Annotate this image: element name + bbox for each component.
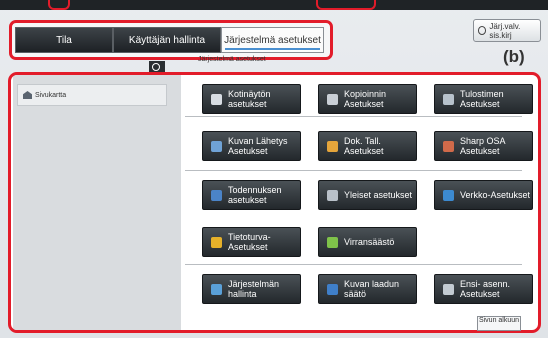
security-settings-button[interactable]: Tietoturva-Asetukset (202, 227, 301, 257)
button-label: Yleiset asetukset (344, 190, 413, 200)
home-settings-button[interactable]: Kotinäytön asetukset (202, 84, 301, 114)
initial-setup-settings-button[interactable]: Ensi- asenn. Asetukset (434, 274, 533, 304)
image-send-settings-button[interactable]: Kuvan Lähetys Asetukset (202, 131, 301, 161)
globe-icon (443, 189, 454, 201)
common-settings-button[interactable]: Yleiset asetukset (318, 180, 417, 210)
sharp-osa-settings-button[interactable]: Sharp OSA Asetukset (434, 131, 533, 161)
button-label: Kuvan Lähetys Asetukset (228, 136, 288, 156)
sidebar-item-label: Sivukartta (35, 91, 67, 99)
button-label: Kotinäytön asetukset (228, 89, 271, 109)
tab-label: Tila (56, 34, 72, 46)
network-settings-button[interactable]: Verkko-Asetukset (434, 180, 533, 210)
sidebar-item-sitemap[interactable]: Sivukartta (17, 84, 167, 106)
tab-system-settings[interactable]: Järjestelmä asetukset (221, 27, 324, 53)
admin-manual-button[interactable]: Järj.valv. sis.kirj (473, 19, 541, 42)
callout-frame-a (48, 0, 70, 10)
top-bar (0, 0, 548, 10)
energy-save-button[interactable]: Virransäästö (318, 227, 417, 257)
button-label: Tulostimen Asetukset (460, 89, 504, 109)
sitemap-icon (23, 91, 32, 99)
divider (185, 116, 522, 117)
send-icon (211, 140, 222, 152)
callout-frame-top (316, 0, 376, 10)
divider (185, 170, 522, 171)
setup-icon (443, 283, 454, 295)
callout-b-label: (b) (503, 47, 525, 66)
monitor-icon (211, 283, 222, 295)
tools-icon (327, 189, 338, 201)
button-label: Ensi- asenn. Asetukset (460, 279, 511, 299)
folder-icon (327, 140, 338, 152)
divider (185, 264, 522, 265)
page-top-button[interactable]: Sivun alkuun (477, 316, 521, 331)
system-control-button[interactable]: Järjestelmän hallinta (202, 274, 301, 304)
home-icon (211, 93, 222, 105)
button-label: Todennuksen asetukset (228, 185, 282, 205)
osa-icon (443, 140, 454, 152)
copy-settings-button[interactable]: Kopioinnin Asetukset (318, 84, 417, 114)
button-label: Kuvan laadun säätö (344, 279, 400, 299)
breadcrumb: Järjestelmä asetukset (198, 56, 266, 63)
button-label: Sharp OSA Asetukset (460, 136, 506, 156)
tab-user-management[interactable]: Käyttäjän hallinta (113, 27, 221, 53)
tab-label: Käyttäjän hallinta (128, 34, 206, 46)
tab-bar: Tila Käyttäjän hallinta Järjestelmä aset… (9, 20, 333, 60)
copier-icon (327, 93, 338, 105)
screen: Tila Käyttäjän hallinta Järjestelmä aset… (0, 0, 548, 338)
page-top-label: Sivun alkuun (478, 317, 520, 324)
button-label: Tietoturva-Asetukset (228, 232, 271, 252)
button-label: Verkko-Asetukset (460, 190, 531, 200)
leaf-icon (327, 236, 338, 248)
sidebar: Sivukartta (13, 75, 181, 330)
button-label: Virransäästö (344, 237, 395, 247)
admin-manual-label: Järj.valv. sis.kirj (489, 21, 521, 40)
lock-icon (211, 236, 222, 248)
button-label: Kopioinnin Asetukset (344, 89, 387, 109)
authentication-settings-button[interactable]: Todennuksen asetukset (202, 180, 301, 210)
image-quality-adjustment-button[interactable]: Kuvan laadun säätö (318, 274, 417, 304)
button-label: Dok. Tall. Asetukset (344, 136, 384, 156)
printer-settings-button[interactable]: Tulostimen Asetukset (434, 84, 533, 114)
document-filing-settings-button[interactable]: Dok. Tall. Asetukset (318, 131, 417, 161)
image-quality-icon (327, 283, 338, 295)
user-auth-icon (211, 189, 222, 201)
button-label: Järjestelmän hallinta (228, 279, 280, 299)
printer-icon (443, 93, 454, 105)
tab-tila[interactable]: Tila (15, 27, 113, 53)
power-icon (478, 26, 487, 35)
tab-label: Järjestelmä asetukset (224, 34, 321, 46)
